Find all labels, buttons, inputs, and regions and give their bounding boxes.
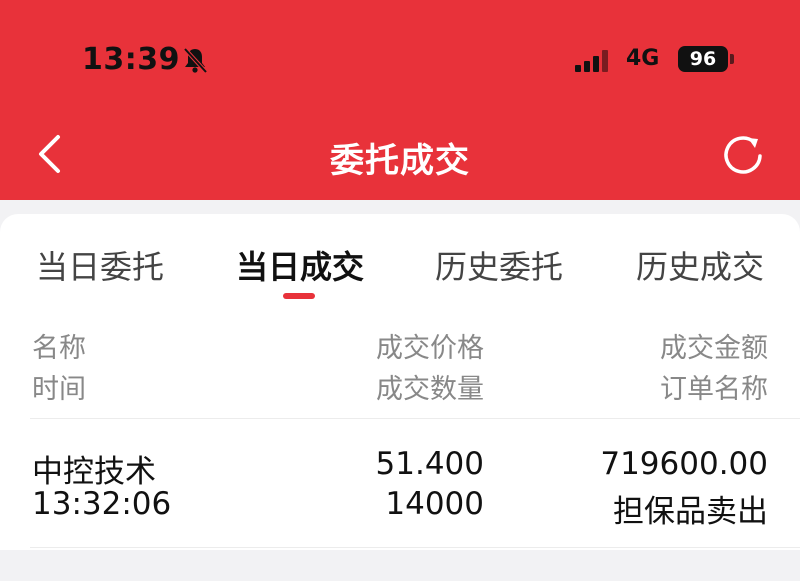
header-divider (30, 418, 800, 419)
row-trade-time: 13:32:06 (32, 486, 172, 522)
status-time: 13:39 (82, 42, 180, 77)
row-order-name: 担保品卖出 (613, 494, 768, 530)
tab-history-trades[interactable]: 历史成交 (636, 242, 764, 288)
row-trade-amount: 719600.00 (600, 446, 768, 482)
battery-icon: 96 (678, 46, 728, 72)
refresh-icon[interactable] (720, 133, 766, 179)
tab-today-orders[interactable]: 当日委托 (36, 242, 164, 288)
cellular-signal-icon (575, 50, 615, 72)
network-type: 4G (626, 46, 660, 71)
header-time: 时间 (32, 374, 86, 405)
row-trade-price: 51.400 (375, 446, 484, 482)
active-tab-indicator (283, 293, 315, 299)
page-title: 委托成交 (330, 141, 470, 181)
bell-slash-icon (183, 47, 208, 74)
row-divider (30, 547, 800, 548)
header-name: 名称 (32, 333, 86, 364)
header-quantity: 成交数量 (376, 374, 484, 405)
battery-nub (730, 54, 734, 64)
tab-today-trades[interactable]: 当日成交 (236, 242, 364, 288)
header-order-name: 订单名称 (660, 374, 768, 405)
row-trade-quantity: 14000 (385, 486, 484, 522)
header-amount: 成交金额 (660, 333, 768, 364)
row-stock-name: 中控技术 (32, 454, 156, 490)
header-price: 成交价格 (376, 333, 484, 364)
tab-history-orders[interactable]: 历史委托 (435, 242, 563, 288)
